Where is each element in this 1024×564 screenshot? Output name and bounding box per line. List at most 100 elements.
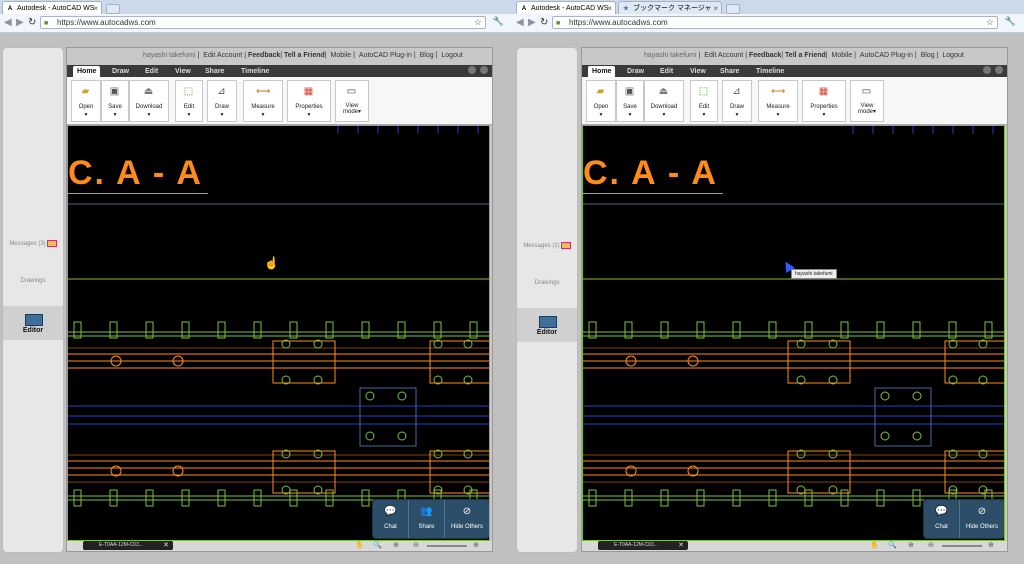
hide-others-button[interactable]: ⊘ Hide Others [445, 500, 489, 538]
blog-link[interactable]: Blog [420, 52, 434, 59]
tab-view[interactable]: View [690, 66, 706, 77]
save-button[interactable]: ▣ Save ▼ [616, 80, 644, 122]
messages-link[interactable]: Messages (2) [517, 242, 577, 249]
close-icon[interactable]: × [607, 2, 612, 14]
zoom-max-icon[interactable]: ⊕ [988, 541, 994, 549]
address-bar[interactable]: ■ https://www.autocadws.com ☆ [552, 16, 998, 29]
logout-link[interactable]: Logout [942, 52, 963, 59]
save-button[interactable]: ▣ Save ▼ [101, 80, 129, 122]
messages-link[interactable]: Messages (3) [3, 240, 63, 247]
editor-link[interactable]: Editor [517, 308, 577, 342]
draw-button[interactable]: ⊿ Draw ▼ [207, 80, 237, 122]
zoom-window-icon[interactable]: 🔍 [888, 541, 897, 549]
tab-timeline[interactable]: Timeline [756, 66, 784, 77]
close-icon[interactable]: × [713, 2, 718, 14]
drawing-canvas[interactable]: C. A - A ☝ 💬 Chat 👥 Share ⊘ Hide Others [67, 125, 490, 541]
wrench-icon[interactable]: 🔧 [1005, 16, 1016, 27]
mobile-link[interactable]: Mobile [331, 52, 352, 59]
zoom-window-icon[interactable]: 🔍 [373, 541, 382, 549]
back-icon[interactable]: ◀ [516, 16, 524, 30]
zoom-max-icon[interactable]: ⊕ [473, 541, 479, 549]
tell-friend-link[interactable]: Tell a Friend [284, 52, 325, 59]
reload-icon[interactable]: ↻ [28, 16, 36, 30]
open-button[interactable]: ▰ Open ▼ [586, 80, 616, 122]
tell-friend-link[interactable]: Tell a Friend [785, 52, 826, 59]
feedback-link[interactable]: Feedback [749, 52, 781, 59]
forward-icon[interactable]: ▶ [528, 16, 536, 30]
drawings-link[interactable]: Drawings [3, 278, 63, 284]
close-icon[interactable]: × [93, 2, 98, 14]
logout-link[interactable]: Logout [441, 52, 462, 59]
file-tab[interactable]: E-T0AA-12M-C03... ✕ [598, 541, 688, 550]
zoom-out-icon[interactable]: ⊖ [413, 541, 419, 549]
zoom-slider[interactable] [427, 545, 467, 547]
plugin-link[interactable]: AutoCAD Plug-in [359, 52, 412, 59]
cad-box [874, 387, 932, 447]
view-mode-button[interactable]: ▭ View mode▾ [335, 80, 369, 122]
new-tab-button[interactable] [106, 4, 120, 14]
redo-icon[interactable] [995, 66, 1003, 74]
tab-share[interactable]: Share [205, 66, 224, 77]
address-bar[interactable]: ■ https://www.autocadws.com ☆ [40, 16, 486, 29]
tab-draw[interactable]: Draw [112, 66, 129, 77]
pan-icon[interactable]: ✋ [870, 541, 879, 549]
download-button[interactable]: ⏏ Download ▼ [644, 80, 684, 122]
tab-home[interactable]: Home [73, 66, 101, 77]
zoom-out-icon[interactable]: ⊖ [928, 541, 934, 549]
blog-link[interactable]: Blog [921, 52, 935, 59]
pan-icon[interactable]: ✋ [355, 541, 364, 549]
editor-link[interactable]: Editor [3, 306, 63, 340]
share-button[interactable]: 👥 Share [409, 500, 445, 538]
tab-autocad-ws[interactable]: A Autodesk - AutoCAD WS × [516, 1, 616, 14]
tab-autocad-ws[interactable]: A Autodesk - AutoCAD WS × [2, 1, 102, 14]
open-button[interactable]: ▰ Open ▼ [71, 80, 101, 122]
tab-home[interactable]: Home [588, 66, 616, 77]
measure-button[interactable]: ⟷ Measure ▼ [243, 80, 283, 122]
edit-button[interactable]: ⬚ Edit ▼ [175, 80, 203, 122]
chat-button[interactable]: 💬 Chat [924, 500, 960, 538]
tab-view[interactable]: View [175, 66, 191, 77]
file-tab[interactable]: E-T0AA-12M-C03... ✕ [83, 541, 173, 550]
edit-account-link[interactable]: Edit Account [704, 52, 743, 59]
zoom-in-icon[interactable]: ⊕ [393, 541, 399, 549]
properties-button[interactable]: ▦ Properties ▼ [287, 80, 331, 122]
forward-icon[interactable]: ▶ [16, 16, 24, 30]
zoom-in-icon[interactable]: ⊕ [908, 541, 914, 549]
tab-share[interactable]: Share [720, 66, 739, 77]
view-mode-button[interactable]: ▭ View mode▾ [850, 80, 884, 122]
back-icon[interactable]: ◀ [4, 16, 12, 30]
redo-icon[interactable] [480, 66, 488, 74]
download-icon: ⏏ [143, 86, 154, 97]
bookmark-star-icon[interactable]: ☆ [474, 17, 482, 28]
edit-button[interactable]: ⬚ Edit ▼ [690, 80, 718, 122]
mobile-link[interactable]: Mobile [832, 52, 853, 59]
drawings-link[interactable]: Drawings [517, 280, 577, 286]
tab-edit[interactable]: Edit [660, 66, 673, 77]
measure-button[interactable]: ⟷ Measure ▼ [758, 80, 798, 122]
tab-edit[interactable]: Edit [145, 66, 158, 77]
measure-label: Measure [251, 104, 275, 110]
download-button[interactable]: ⏏ Download ▼ [129, 80, 169, 122]
zoom-slider[interactable] [942, 545, 982, 547]
tab-bookmark-manager[interactable]: ★ ブックマーク マネージャ × [618, 1, 722, 14]
reload-icon[interactable]: ↻ [540, 16, 548, 30]
new-tab-button[interactable] [726, 4, 740, 14]
close-icon[interactable]: ✕ [163, 541, 169, 550]
edit-account-link[interactable]: Edit Account [203, 52, 242, 59]
undo-icon[interactable] [468, 66, 476, 74]
tab-timeline[interactable]: Timeline [241, 66, 269, 77]
undo-icon[interactable] [983, 66, 991, 74]
drawing-canvas[interactable]: C. A - A hayashi takefumi 💬 Chat ⊘ Hide Ot… [582, 125, 1005, 541]
wrench-icon[interactable]: 🔧 [493, 16, 504, 27]
plugin-link[interactable]: AutoCAD Plug-in [860, 52, 913, 59]
draw-button[interactable]: ⊿ Draw ▼ [722, 80, 752, 122]
close-icon[interactable]: ✕ [678, 541, 684, 550]
feedback-link[interactable]: Feedback [248, 52, 280, 59]
editor-label: Editor [536, 329, 558, 336]
chat-button[interactable]: 💬 Chat [373, 500, 409, 538]
hide-others-button[interactable]: ⊘ Hide Others [960, 500, 1004, 538]
properties-button[interactable]: ▦ Properties ▼ [802, 80, 846, 122]
tab-draw[interactable]: Draw [627, 66, 644, 77]
title-underline [68, 193, 208, 194]
bookmark-star-icon[interactable]: ☆ [986, 17, 994, 28]
